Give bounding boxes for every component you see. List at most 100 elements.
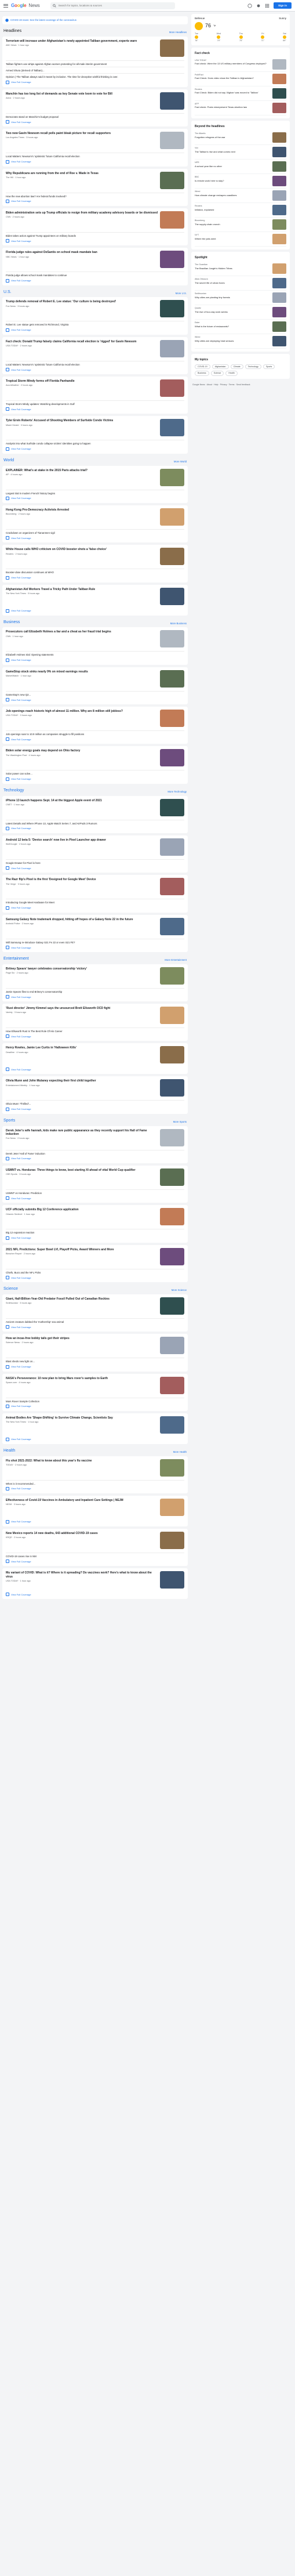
- section-more-link[interactable]: More World: [174, 460, 187, 463]
- section-title[interactable]: Business: [3, 620, 20, 625]
- story-source[interactable]: NBC News: [6, 256, 17, 258]
- topic-chip[interactable]: Climate: [230, 364, 243, 370]
- sub-story-title[interactable]: Democrats stand on Manchin's budget prop…: [6, 115, 184, 118]
- story-source[interactable]: Miami Herald: [6, 424, 19, 426]
- story-source[interactable]: Page Six: [6, 972, 14, 974]
- full-coverage-link[interactable]: View Full Coverage: [6, 1068, 184, 1072]
- sub-story-title[interactable]: COVID-19 cases rise in NM: [6, 1555, 184, 1558]
- side-story-source[interactable]: NPR: [195, 161, 270, 164]
- story[interactable]: UCF officially submits Big 12 Conference…: [6, 1208, 184, 1228]
- full-coverage-link[interactable]: View Full Coverage: [6, 328, 184, 332]
- sub-story[interactable]: Google Drawer for Pixel is here: [6, 859, 184, 864]
- story-source[interactable]: CNET: [6, 804, 12, 806]
- full-coverage-link[interactable]: View Full Coverage: [6, 496, 184, 500]
- sub-story-title[interactable]: Armed Shura (derived of Taliban)...: [6, 69, 184, 72]
- sub-story[interactable]: COVID-19 cases rise in NM: [6, 1552, 184, 1558]
- story-title[interactable]: Job openings reach historic high of almo…: [6, 710, 158, 713]
- section-title[interactable]: Headlines: [3, 29, 21, 34]
- side-story[interactable]: AFP Fact check: Posts misrepresent Texas …: [195, 101, 286, 115]
- full-coverage-link[interactable]: View Full Coverage: [6, 536, 184, 540]
- story-source[interactable]: Bleacher Report: [6, 1253, 21, 1255]
- story-thumbnail[interactable]: [160, 1459, 184, 1477]
- side-story[interactable]: USA TODAY Fact check: Were the 13 US mili…: [195, 57, 286, 72]
- story[interactable]: Prosecutors call Elizabeth Holmes a liar…: [6, 630, 184, 650]
- side-story-title[interactable]: Fact Check: Biden did not say 'Afghan' w…: [195, 91, 270, 94]
- side-story-title[interactable]: Why cities are deploying heat sensors: [195, 339, 270, 342]
- sub-story[interactable]: USMNT vs Honduras: Prediction: [6, 1189, 184, 1195]
- sub-story-title[interactable]: Derek Jeter 'Hall of Fame' induction: [6, 1152, 184, 1155]
- sub-story-title[interactable]: Largest trial in modern French history b…: [6, 492, 184, 495]
- story-source[interactable]: Science News: [6, 1341, 20, 1344]
- story-source[interactable]: The Washington Post: [6, 754, 27, 757]
- sub-story[interactable]: Introducing Google Meet Hardware for Mee…: [6, 899, 184, 904]
- story-thumbnail[interactable]: [160, 1498, 184, 1516]
- story-thumbnail[interactable]: [160, 1128, 184, 1146]
- story-thumbnail[interactable]: [160, 1168, 184, 1186]
- side-story-title[interactable]: Fact check: Were the 13 US military memb…: [195, 62, 270, 65]
- side-story-source[interactable]: USA TODAY: [195, 59, 270, 61]
- full-coverage-link[interactable]: View Full Coverage: [6, 1437, 184, 1441]
- story-thumbnail[interactable]: [160, 1376, 184, 1394]
- sub-story-title[interactable]: Robert E. Lee statue gets removed in Ric…: [6, 323, 184, 326]
- sub-story[interactable]: Democrats stand on Manchin's budget prop…: [6, 113, 184, 118]
- story-thumbnail[interactable]: [160, 300, 184, 318]
- sub-story[interactable]: How Ellsworth Rust Is The Best Role Of H…: [6, 1027, 184, 1033]
- side-story-source[interactable]: Smithsonian: [195, 292, 270, 295]
- story[interactable]: Flu shot 2021-2022: What to know about t…: [6, 1459, 184, 1479]
- sub-story[interactable]: When is it recommended...: [6, 1479, 184, 1485]
- story[interactable]: Samsung Galaxy Note trademark dropped, h…: [6, 917, 184, 938]
- sub-story[interactable]: Mars Rover Sample Collection: [6, 1397, 184, 1403]
- full-coverage-link[interactable]: View Full Coverage: [6, 866, 184, 870]
- side-story-title[interactable]: The rise of four-day work weeks: [195, 310, 270, 313]
- story-source[interactable]: Bloomberg: [6, 513, 16, 515]
- full-coverage-link[interactable]: View Full Coverage: [6, 906, 184, 910]
- story[interactable]: Britney Spears' lawyer celebrates conser…: [6, 967, 184, 987]
- story-source[interactable]: Variety: [6, 1011, 13, 1014]
- side-story-source[interactable]: BBC: [195, 176, 270, 178]
- story-source[interactable]: Orlando Sentinel: [6, 1213, 22, 1215]
- full-coverage-link[interactable]: View Full Coverage: [6, 1276, 184, 1280]
- side-story-title[interactable]: Is remote work here to stay?: [195, 179, 270, 182]
- story-title[interactable]: USMNT vs. Honduras: Three things to know…: [6, 1168, 158, 1172]
- story-source[interactable]: ABC News: [6, 44, 16, 46]
- sub-story-title[interactable]: Introducing Google Meet Hardware for Mee…: [6, 901, 184, 904]
- section-title[interactable]: Health: [3, 1449, 15, 1454]
- story-thumbnail[interactable]: [160, 1247, 184, 1265]
- story[interactable]: Hong Kong Pro-Democracy Activists Arrest…: [6, 508, 184, 528]
- sub-story[interactable]: How the new abortion law? Are federal fu…: [6, 192, 184, 198]
- story[interactable]: 'Rust director' Jimmy Kimmel says the un…: [6, 1007, 184, 1026]
- story-source[interactable]: USA TODAY: [6, 714, 18, 717]
- story-source[interactable]: USA TODAY: [6, 1580, 18, 1582]
- story-thumbnail[interactable]: [160, 211, 184, 229]
- side-story[interactable]: NYT Where the jobs went: [195, 232, 286, 247]
- story-title[interactable]: NASA's Perseverance: 10 new plan to brin…: [6, 1377, 158, 1380]
- story-thumbnail[interactable]: [160, 251, 184, 269]
- story-title[interactable]: Trump defends removal of Robert E. Lee s…: [6, 300, 158, 303]
- topic-chip[interactable]: Business: [195, 371, 209, 376]
- side-story-title[interactable]: The secret life of urban foxes: [195, 281, 270, 284]
- story-thumbnail[interactable]: [160, 1208, 184, 1226]
- story-title[interactable]: Two new Gavin Newsom recall polls paint …: [6, 132, 158, 135]
- full-coverage-link[interactable]: View Full Coverage: [6, 368, 184, 372]
- story-source[interactable]: MarketWatch: [6, 675, 19, 677]
- story-source[interactable]: CNN: [6, 216, 10, 218]
- full-coverage-link[interactable]: View Full Coverage: [6, 1034, 184, 1039]
- story[interactable]: Biden administration sets up Trump offic…: [6, 211, 184, 231]
- sub-story-title[interactable]: USMNT vs Honduras: Prediction: [6, 1192, 184, 1195]
- story-title[interactable]: Britney Spears' lawyer celebrates conser…: [6, 967, 158, 971]
- story[interactable]: Two new Gavin Newsom recall polls paint …: [6, 132, 184, 151]
- sub-story[interactable]: Largest trial in modern French history b…: [6, 489, 184, 495]
- sub-story-title[interactable]: Opinion | The Taliban always said it mea…: [6, 75, 184, 78]
- full-coverage-link[interactable]: View Full Coverage: [6, 199, 184, 203]
- section-more-link[interactable]: More Health: [173, 1450, 187, 1453]
- search-input[interactable]: [58, 4, 173, 7]
- story-title[interactable]: The Razr flip's Pixel is the first 'Desi…: [6, 878, 158, 881]
- story[interactable]: Trump defends removal of Robert E. Lee s…: [6, 300, 184, 320]
- section-title[interactable]: Science: [3, 1287, 18, 1292]
- story-title[interactable]: Hong Kong Pro-Democracy Activists Arrest…: [6, 508, 158, 512]
- story-thumbnail[interactable]: [160, 1297, 184, 1315]
- side-story[interactable]: BBC Is remote work here to stay?: [195, 174, 286, 189]
- side-story[interactable]: Bloomberg The supply-chain crunch: [195, 218, 286, 233]
- side-story-source[interactable]: Quartz: [195, 307, 270, 309]
- side-story-title[interactable]: The supply-chain crunch: [195, 223, 270, 226]
